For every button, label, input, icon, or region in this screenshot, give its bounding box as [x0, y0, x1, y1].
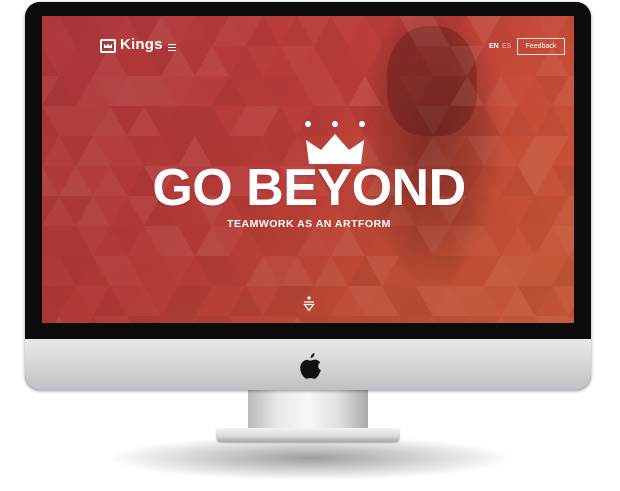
crown-box-icon[interactable] — [100, 39, 116, 53]
scroll-down-icon[interactable] — [302, 296, 316, 312]
hero-subtitle: TEAMWORK AS AN ARTFORM — [227, 218, 391, 230]
language-en[interactable]: EN — [489, 43, 499, 50]
brand-name[interactable]: Kings — [120, 36, 163, 53]
language-es[interactable]: ES — [502, 43, 511, 50]
crown-box-glyph — [104, 43, 112, 48]
floor-shadow — [110, 436, 510, 480]
apple-logo-icon — [300, 353, 321, 379]
hamburger-menu-icon[interactable] — [168, 44, 176, 51]
monitor-stand-base — [216, 428, 400, 442]
monitor-stand-neck — [248, 388, 368, 432]
feedback-button[interactable]: Feedback — [517, 38, 565, 55]
hero-title: GO BEYOND — [152, 159, 466, 217]
